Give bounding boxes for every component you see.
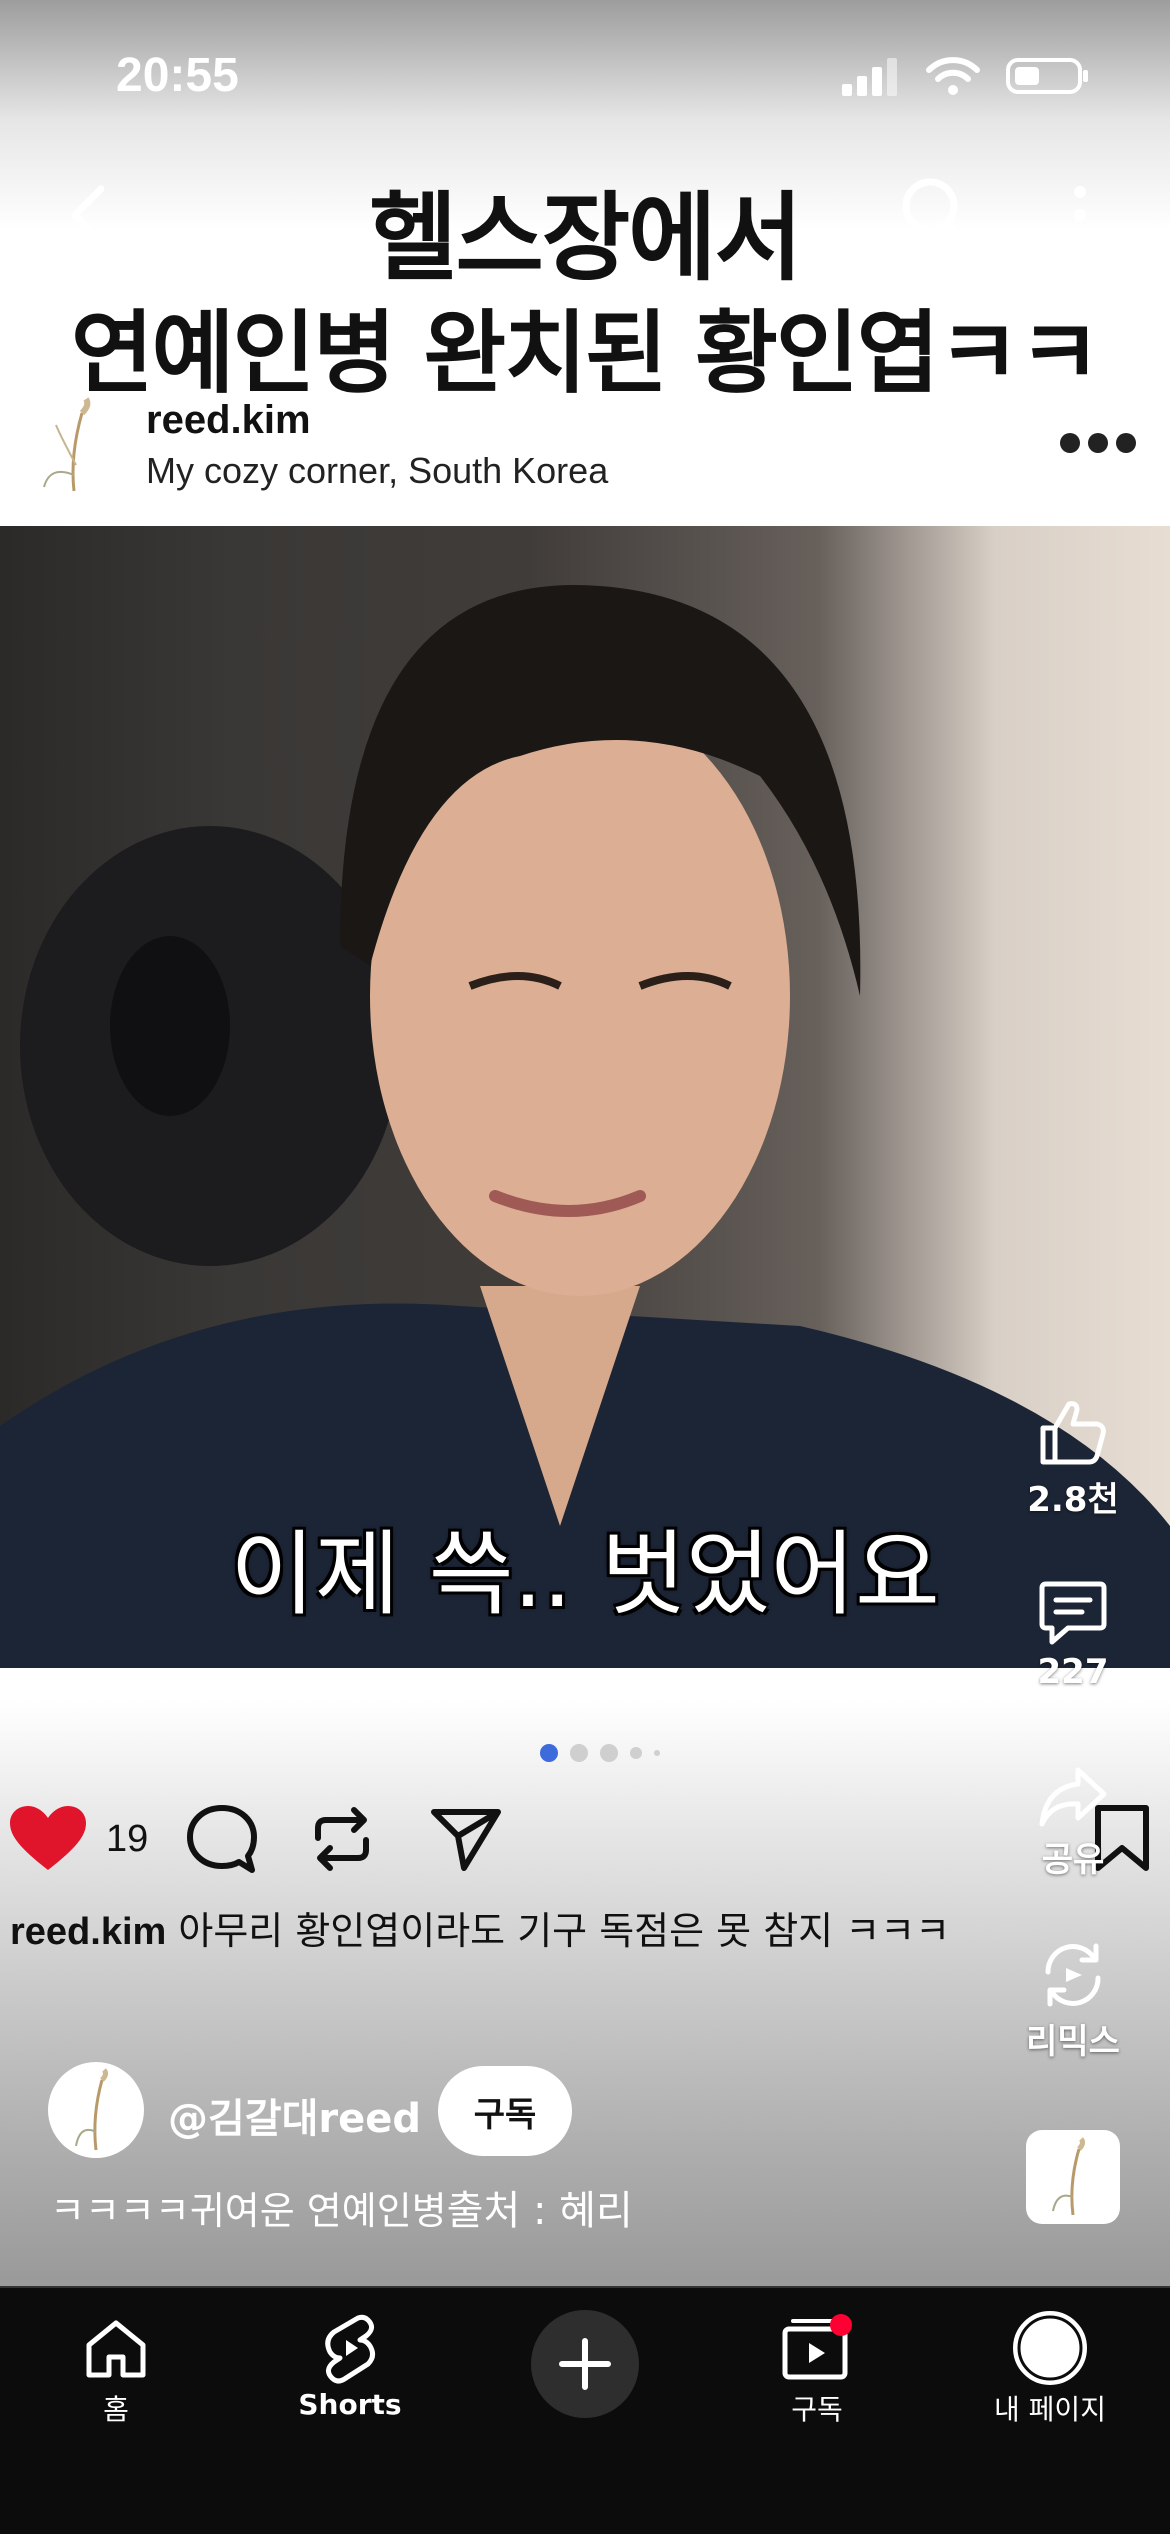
caption-username[interactable]: reed.kim	[10, 1911, 166, 1953]
nav-home[interactable]: 홈	[36, 2308, 196, 2428]
shorts-remix-button[interactable]: 리믹스	[998, 1940, 1148, 2063]
like-button[interactable]: 19	[10, 1806, 148, 1872]
thumbs-up-icon	[1040, 1401, 1106, 1465]
sound-thumbnail[interactable]	[1026, 2130, 1120, 2224]
share-arrow-icon	[1039, 1767, 1107, 1827]
comment-box-icon	[1039, 1581, 1107, 1645]
shorts-source-text: 출처 : 혜리	[446, 2188, 633, 2234]
bottom-navigation: 홈 Shorts 구독 내 페이지	[0, 2286, 1170, 2534]
subscriptions-icon	[782, 2314, 852, 2380]
pager-dot	[654, 1750, 660, 1756]
like-count: 19	[106, 1817, 149, 1860]
video-subtitle: 이제 쓱.. 벗었어요	[230, 1521, 940, 1628]
shorts-logo-icon	[325, 2314, 376, 2384]
nav-my-page-label: 내 페이지	[994, 2393, 1106, 2426]
channel-avatar[interactable]	[48, 2062, 144, 2158]
shorts-description-text: ㅋㅋㅋㅋ귀여운 연예인병	[50, 2189, 447, 2233]
status-icons	[842, 52, 1090, 100]
shorts-comment-count: 227	[1037, 1652, 1109, 1692]
channel-name[interactable]: @김갈대reed	[168, 2086, 421, 2144]
post-username[interactable]: reed.kim	[146, 398, 311, 443]
comment-icon[interactable]	[186, 1804, 258, 1874]
heart-icon	[10, 1806, 86, 1870]
nav-my-page[interactable]: 내 페이지	[970, 2308, 1130, 2428]
cellular-signal-icon	[842, 58, 897, 96]
pager-dot	[540, 1744, 558, 1762]
video-frame-illustration	[0, 585, 1170, 1668]
shorts-comment-button[interactable]: 227	[998, 1578, 1148, 1692]
remix-icon	[1045, 1943, 1101, 2007]
nav-subscriptions-label: 구독	[791, 2393, 843, 2426]
home-icon	[86, 2320, 146, 2378]
shorts-share-label: 공유	[1041, 1840, 1105, 1880]
nav-shorts-label: Shorts	[298, 2388, 402, 2421]
reed-plant-icon	[1052, 2137, 1086, 2216]
more-horizontal-icon[interactable]	[1058, 428, 1138, 458]
nav-home-label: 홈	[103, 2393, 129, 2426]
repost-icon[interactable]	[310, 1804, 374, 1874]
profile-avatar-icon	[1013, 2311, 1087, 2385]
carousel-pager	[540, 1744, 660, 1762]
post-media-image[interactable]	[0, 526, 1170, 1668]
plus-icon	[559, 2338, 611, 2390]
battery-icon	[1006, 58, 1088, 94]
pager-dot	[600, 1744, 618, 1762]
video-title-line-1: 헬스장에서	[369, 182, 803, 294]
shorts-description[interactable]: ㅋㅋㅋㅋ귀여운 연예인병출처 : 혜리	[50, 2178, 633, 2236]
shorts-like-button[interactable]: 2.8천	[998, 1396, 1148, 1521]
post-caption: reed.kim 아무리 황인엽이라도 기구 독점은 못 참지 ㅋㅋㅋ	[10, 1900, 950, 1955]
shorts-remix-label: 리믹스	[1026, 2022, 1120, 2062]
nav-create-button[interactable]	[505, 2310, 665, 2418]
reed-plant-icon	[75, 2068, 109, 2151]
send-icon[interactable]	[430, 1804, 502, 1874]
post-avatar[interactable]	[30, 395, 120, 495]
subscribe-button[interactable]: 구독	[438, 2066, 572, 2156]
create-circle	[531, 2310, 639, 2418]
nav-subscriptions[interactable]: 구독	[737, 2308, 897, 2428]
post-location[interactable]: My cozy corner, South Korea	[146, 450, 608, 492]
pager-dot	[630, 1747, 642, 1759]
wifi-icon	[926, 57, 980, 95]
status-time: 20:55	[116, 49, 239, 102]
nav-shorts[interactable]: Shorts	[270, 2308, 430, 2421]
video-title-line-2: 연예인병 완치된 황인엽ㅋㅋ	[70, 301, 1101, 406]
shorts-share-button[interactable]: 공유	[998, 1766, 1148, 1881]
shorts-like-count: 2.8천	[1027, 1480, 1119, 1520]
pager-dot	[570, 1744, 588, 1762]
caption-text: 아무리 황인엽이라도 기구 독점은 못 참지 ㅋㅋㅋ	[166, 1909, 951, 1953]
